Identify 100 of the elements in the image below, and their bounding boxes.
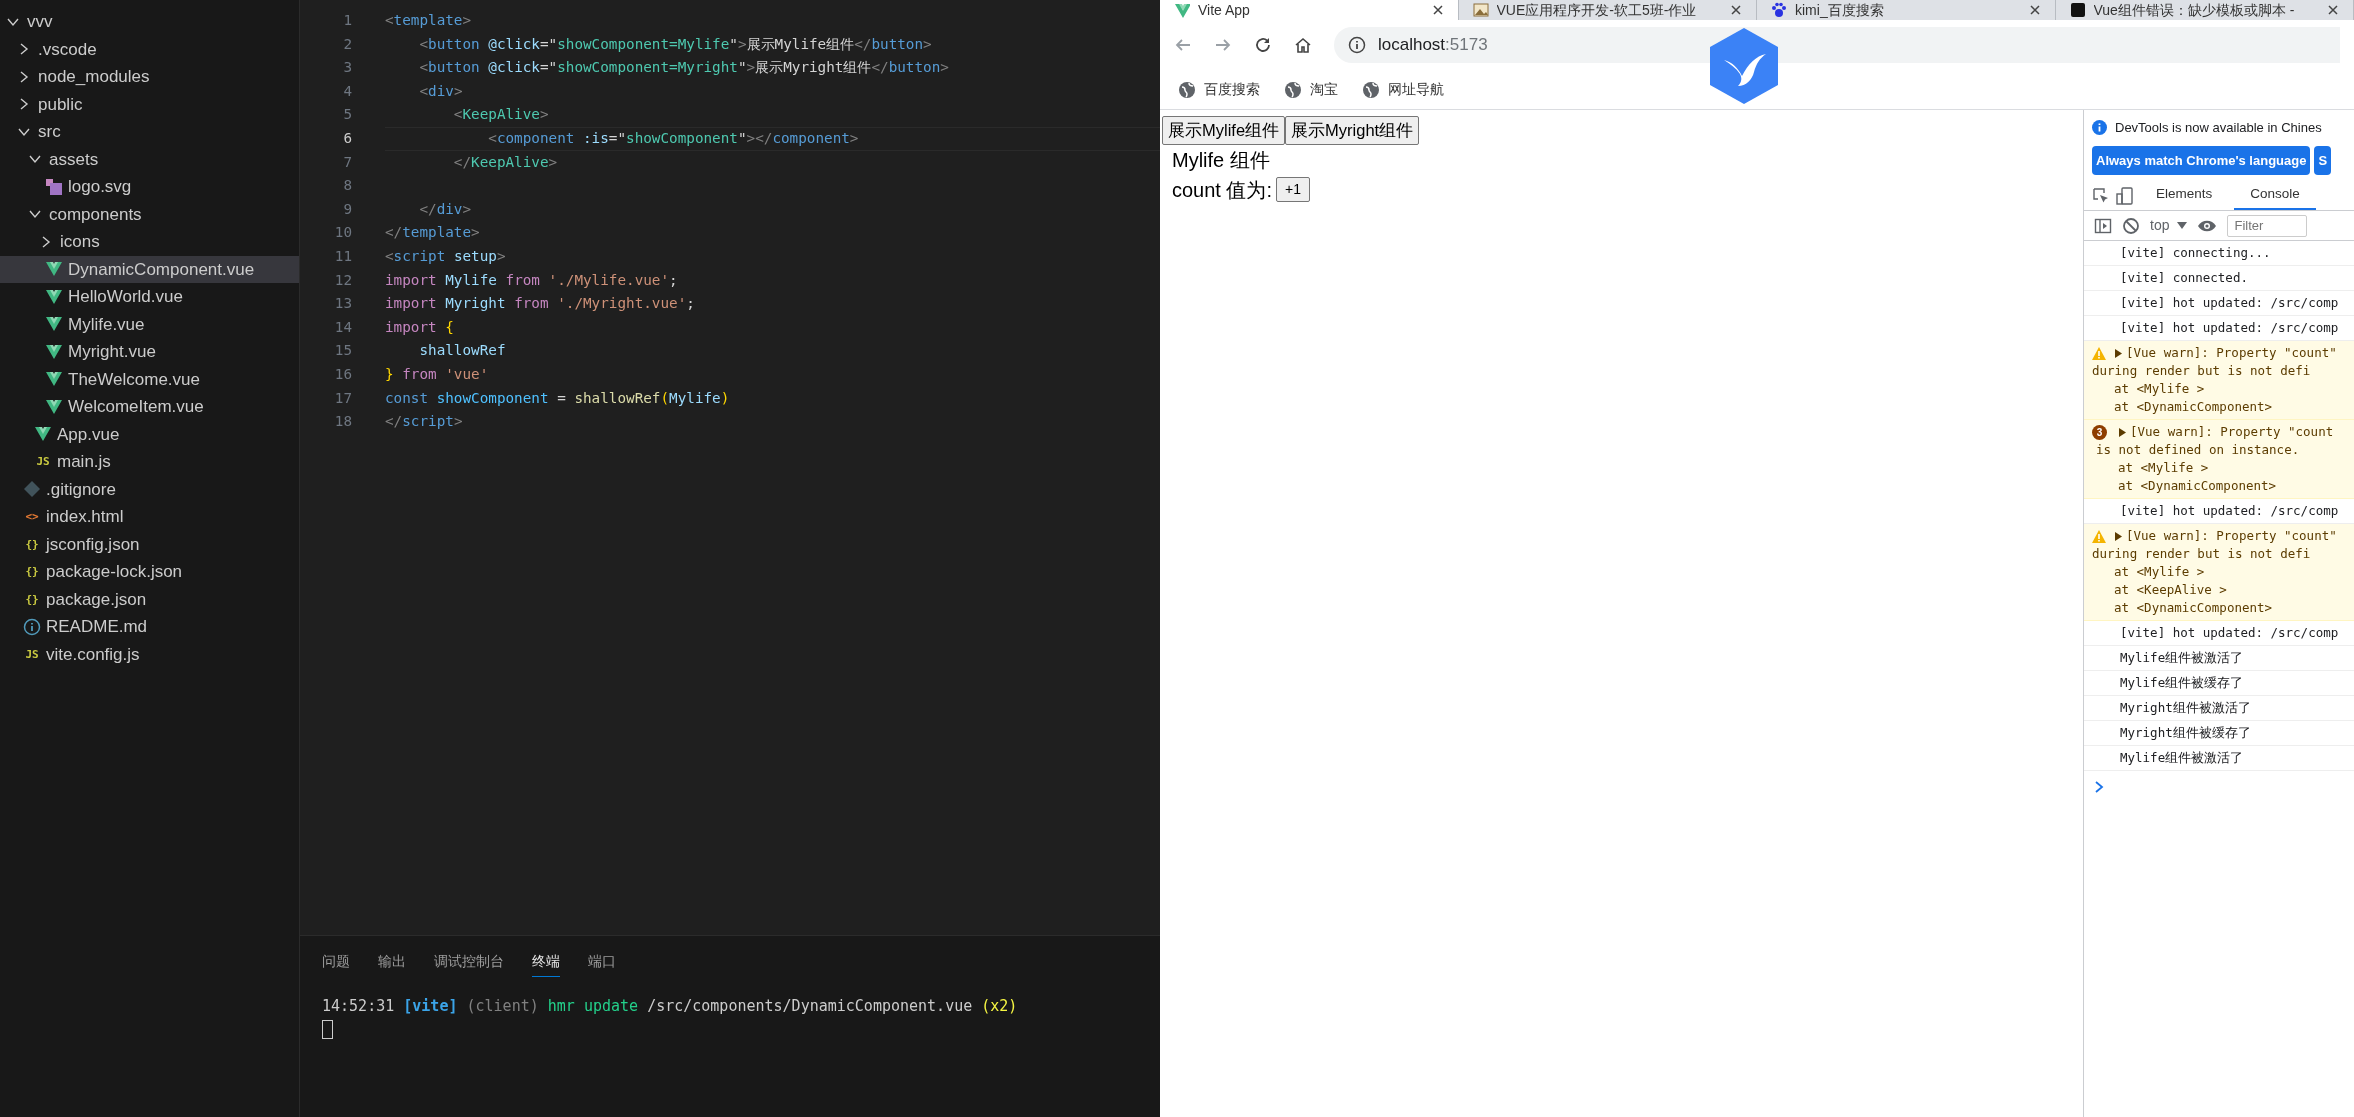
file-tree-item[interactable]: components: [0, 200, 299, 228]
reload-icon[interactable]: [1254, 36, 1272, 54]
file-tree-item[interactable]: {} package-lock.json: [0, 558, 299, 586]
devtools-tab[interactable]: Console: [2234, 181, 2316, 210]
line-number: 15: [333, 341, 352, 361]
file-tree-item[interactable]: vvv: [0, 8, 299, 36]
close-icon[interactable]: [2028, 4, 2041, 16]
home-icon[interactable]: [1294, 36, 1312, 54]
file-tree-item[interactable]: README.md: [0, 613, 299, 641]
browser-tab[interactable]: Vue组件错误：缺少模板或脚本 -: [2055, 0, 2354, 20]
code-line: <div>: [418, 81, 464, 101]
file-tree-item[interactable]: src: [0, 118, 299, 146]
eye-icon[interactable]: [2197, 218, 2218, 233]
braces-icon: {}: [25, 593, 39, 605]
panel-tab[interactable]: 终端: [532, 948, 560, 978]
file-tree-item[interactable]: <> index.html: [0, 503, 299, 531]
component-title: Mylife 组件: [1172, 148, 1270, 171]
file-tree-item[interactable]: .vscode: [0, 35, 299, 63]
file-tree-item[interactable]: Mylife.vue: [0, 310, 299, 338]
message-text: at <Mylife >: [2113, 563, 2206, 581]
line-number: 12: [333, 270, 352, 290]
globe-icon: [1362, 80, 1380, 99]
clear-icon[interactable]: [2122, 216, 2140, 235]
device-icon[interactable]: [2116, 186, 2134, 205]
line-number: 3: [342, 58, 352, 78]
console-message: Mylife组件被激活了: [2120, 748, 2244, 767]
inspect-icon[interactable]: [2092, 186, 2110, 205]
expand-arrow-icon[interactable]: [2118, 427, 2127, 437]
close-icon[interactable]: [1730, 4, 1742, 16]
close-icon[interactable]: [1431, 4, 1444, 16]
image-file-icon: [45, 177, 63, 196]
file-tree-item[interactable]: {} package.json: [0, 585, 299, 613]
panel-tab[interactable]: 问题: [322, 948, 350, 978]
console-message: [vite] connected.: [2120, 268, 2248, 287]
expand-arrow-icon[interactable]: [2114, 348, 2123, 358]
bookmark[interactable]: 淘宝: [1284, 79, 1338, 100]
file-tree-item[interactable]: HelloWorld.vue: [0, 283, 299, 311]
url-text: localhost:5173: [1378, 34, 1488, 57]
browser-tab[interactable]: VUE应用程序开发-软工5班-作业: [1458, 0, 1757, 20]
bookmark[interactable]: 百度搜索: [1178, 79, 1260, 100]
info-icon[interactable]: [1348, 36, 1366, 54]
panel-tab[interactable]: 调试控制台: [434, 948, 504, 978]
panel-tab[interactable]: 输出: [378, 948, 406, 978]
line-number: 2: [342, 34, 352, 54]
file-tree-item[interactable]: .gitignore: [0, 475, 299, 503]
file-tree-item[interactable]: assets: [0, 145, 299, 173]
filter-field[interactable]: Filter: [2227, 214, 2308, 237]
line-number: 11: [333, 247, 352, 266]
console-message: [vite] hot updated: /src/comp: [2120, 623, 2339, 642]
page-button[interactable]: 展示Myright组件: [1285, 116, 1420, 145]
image-icon: [1472, 2, 1489, 18]
file-tree-item[interactable]: DynamicComponent.vue: [0, 255, 299, 283]
file-tree-item[interactable]: icons: [0, 228, 299, 256]
code-line: <component :is="showComponent"></component>: [385, 126, 1160, 151]
file-tree-item[interactable]: Myright.vue: [0, 338, 299, 366]
notice-button[interactable]: S: [2314, 145, 2332, 175]
message-text: [Vue warn]: Property "count": [2126, 527, 2337, 545]
increment-button[interactable]: +1: [1276, 177, 1310, 203]
browser-tab[interactable]: kimi_百度搜索: [1757, 0, 2056, 20]
code-line: shallowRef: [418, 341, 507, 361]
notice-button[interactable]: Always match Chrome's language: [2092, 145, 2311, 175]
message-text: at <KeepAlive >: [2113, 581, 2228, 599]
file-tree-item[interactable]: logo.svg: [0, 173, 299, 201]
code-line: <KeepAlive>: [452, 105, 550, 125]
context-dropdown[interactable]: top: [2150, 215, 2188, 236]
console-message: Myright组件被激活了: [2120, 698, 2251, 717]
page-button[interactable]: 展示Mylife组件: [1162, 116, 1286, 145]
file-tree-item[interactable]: JS vite.config.js: [0, 640, 299, 668]
line-number: 14: [333, 317, 352, 337]
line-number: 1: [342, 11, 352, 31]
sidebar-icon[interactable]: [2094, 216, 2112, 235]
close-icon[interactable]: [2327, 4, 2339, 16]
message-text: at <DynamicComponent>: [2113, 599, 2274, 617]
vue-file-icon: [45, 342, 63, 361]
console-message: [vite] hot updated: /src/comp: [2120, 318, 2339, 337]
file-tree-item[interactable]: TheWelcome.vue: [0, 365, 299, 393]
file-tree-item[interactable]: JS main.js: [0, 448, 299, 476]
line-number: 5: [342, 105, 352, 125]
console-message: Mylife组件被缓存了: [2120, 673, 2244, 692]
bookmark[interactable]: 网址导航: [1362, 79, 1444, 100]
panel-tab[interactable]: 端口: [588, 948, 616, 978]
count-label: count 值为:: [1172, 177, 1273, 203]
file-tree-item[interactable]: WelcomeItem.vue: [0, 393, 299, 421]
browser-tab[interactable]: Vite App: [1160, 0, 1459, 20]
file-tree-item[interactable]: {} jsconfig.json: [0, 530, 299, 558]
devtools-tab[interactable]: Elements: [2140, 181, 2229, 210]
expand-arrow-icon[interactable]: [2114, 531, 2123, 541]
line-number: 4: [342, 81, 352, 101]
file-tree-item[interactable]: public: [0, 90, 299, 118]
code-line: import Myright from './Myright.vue';: [385, 294, 696, 314]
file-tree-item[interactable]: App.vue: [0, 420, 299, 448]
message-text: during render but is not defi: [2092, 545, 2312, 563]
code-line: const showComponent = shallowRef(Mylife): [385, 388, 731, 408]
code-line: import Mylife from './Mylife.vue';: [385, 270, 679, 290]
vue-file-icon: [45, 397, 63, 416]
address-bar[interactable]: localhost:5173: [1334, 27, 2340, 63]
code-line: </div>: [418, 199, 473, 219]
file-tree-item[interactable]: node_modules: [0, 63, 299, 91]
warning-icon: [2092, 347, 2106, 360]
bird-logo-icon: [1708, 26, 1780, 106]
